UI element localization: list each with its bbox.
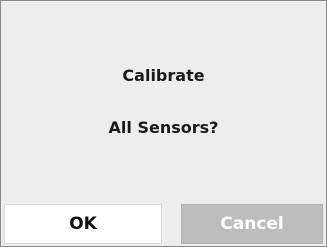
ok-button[interactable]: OK xyxy=(4,204,162,244)
calibration-dialog: Calibrate All Sensors? OK Cancel xyxy=(0,0,327,247)
cancel-button[interactable]: Cancel xyxy=(181,204,323,244)
dialog-message-line-1: Calibrate xyxy=(122,66,205,85)
dialog-message-line-2: All Sensors? xyxy=(108,118,219,137)
